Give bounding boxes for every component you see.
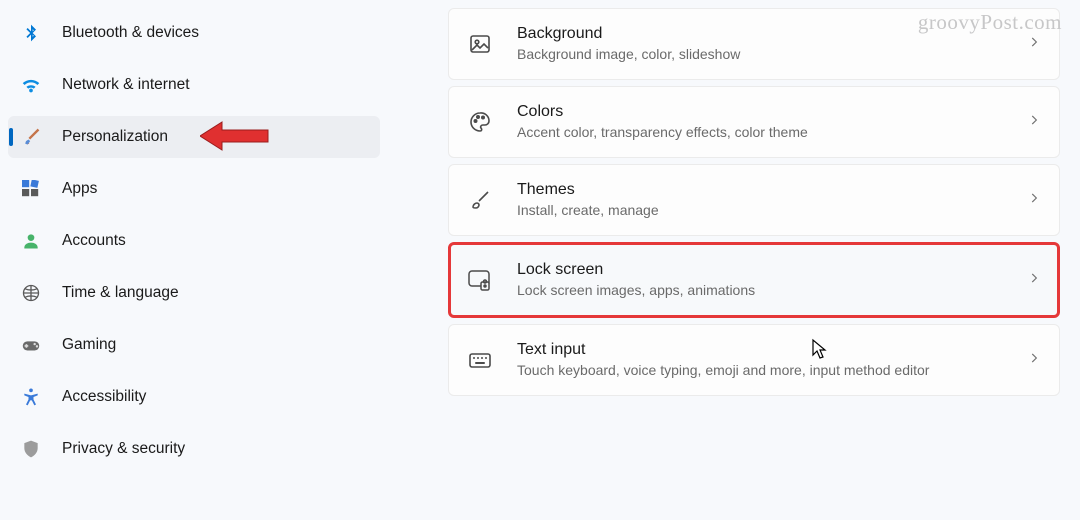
sidebar-label: Time & language [62, 284, 179, 302]
settings-content: Background Background image, color, slid… [392, 0, 1080, 520]
sidebar-item-network[interactable]: Network & internet [8, 64, 380, 106]
card-text: Themes Install, create, manage [517, 181, 1027, 219]
card-subtitle: Touch keyboard, voice typing, emoji and … [517, 361, 1027, 379]
gamepad-icon [20, 334, 42, 356]
clock-globe-icon [20, 282, 42, 304]
keyboard-icon [467, 347, 493, 373]
sidebar-item-accessibility[interactable]: Accessibility [8, 376, 380, 418]
chevron-right-icon [1027, 191, 1041, 210]
card-subtitle: Install, create, manage [517, 201, 1027, 219]
bluetooth-icon [20, 22, 42, 44]
sidebar-item-privacy-security[interactable]: Privacy & security [8, 428, 380, 470]
wifi-icon [20, 74, 42, 96]
sidebar-label: Apps [62, 180, 97, 198]
card-subtitle: Background image, color, slideshow [517, 45, 1027, 63]
card-title: Colors [517, 103, 1027, 121]
paintbrush-icon [20, 126, 42, 148]
card-title: Text input [517, 341, 1027, 359]
card-lock-screen[interactable]: Lock screen Lock screen images, apps, an… [448, 242, 1060, 318]
card-subtitle: Lock screen images, apps, animations [517, 281, 1027, 299]
card-text: Background Background image, color, slid… [517, 25, 1027, 63]
sidebar-item-apps[interactable]: Apps [8, 168, 380, 210]
sidebar-label: Accessibility [62, 388, 146, 406]
sidebar-label: Network & internet [62, 76, 190, 94]
chevron-right-icon [1027, 351, 1041, 370]
apps-icon [20, 178, 42, 200]
chevron-right-icon [1027, 113, 1041, 132]
sidebar-item-gaming[interactable]: Gaming [8, 324, 380, 366]
settings-sidebar: Bluetooth & devices Network & internet P… [0, 0, 392, 520]
palette-icon [467, 109, 493, 135]
card-text: Text input Touch keyboard, voice typing,… [517, 341, 1027, 379]
card-text-input[interactable]: Text input Touch keyboard, voice typing,… [448, 324, 1060, 396]
card-themes[interactable]: Themes Install, create, manage [448, 164, 1060, 236]
sidebar-label: Accounts [62, 232, 126, 250]
chevron-right-icon [1027, 35, 1041, 54]
card-text: Lock screen Lock screen images, apps, an… [517, 261, 1027, 299]
card-title: Background [517, 25, 1027, 43]
sidebar-item-time-language[interactable]: Time & language [8, 272, 380, 314]
sidebar-item-accounts[interactable]: Accounts [8, 220, 380, 262]
sidebar-item-personalization[interactable]: Personalization [8, 116, 380, 158]
sidebar-label: Gaming [62, 336, 116, 354]
sidebar-label: Personalization [62, 128, 168, 146]
person-icon [20, 230, 42, 252]
card-title: Themes [517, 181, 1027, 199]
card-subtitle: Accent color, transparency effects, colo… [517, 123, 1027, 141]
card-colors[interactable]: Colors Accent color, transparency effect… [448, 86, 1060, 158]
sidebar-label: Privacy & security [62, 440, 185, 458]
image-icon [467, 31, 493, 57]
card-text: Colors Accent color, transparency effect… [517, 103, 1027, 141]
accessibility-icon [20, 386, 42, 408]
shield-icon [20, 438, 42, 460]
sidebar-item-bluetooth[interactable]: Bluetooth & devices [8, 12, 380, 54]
lockscreen-icon [467, 267, 493, 293]
sidebar-label: Bluetooth & devices [62, 24, 199, 42]
card-background[interactable]: Background Background image, color, slid… [448, 8, 1060, 80]
brush-icon [467, 187, 493, 213]
card-title: Lock screen [517, 261, 1027, 279]
chevron-right-icon [1027, 271, 1041, 290]
